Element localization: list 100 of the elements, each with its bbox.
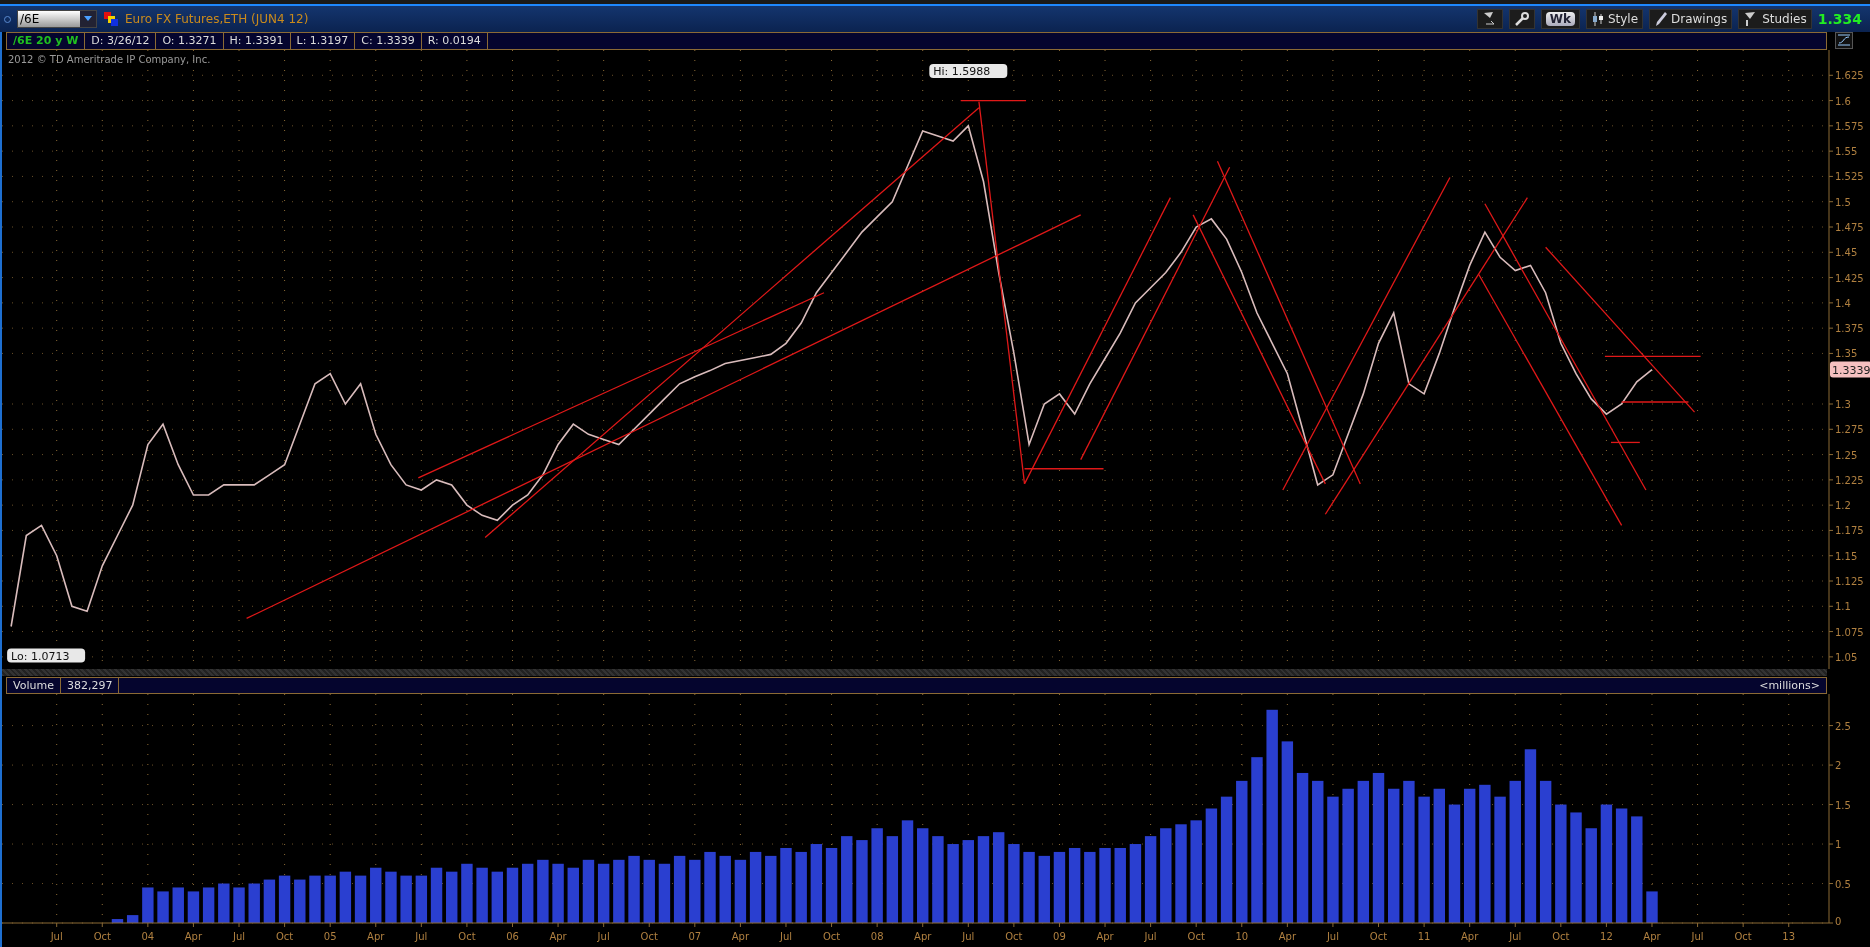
last-price: 1.334	[1817, 11, 1863, 27]
volume-bar	[734, 859, 747, 923]
volume-value: 382,297	[60, 678, 120, 693]
axis-label: 1.475	[1835, 222, 1864, 233]
axis-label: 1.1	[1835, 601, 1851, 613]
axis-label: Oct	[1369, 931, 1388, 942]
toolbar-button[interactable]: Studies	[1738, 9, 1812, 29]
axis-label: Apr	[367, 931, 385, 942]
axis-label: 1.45	[1835, 247, 1858, 259]
volume-bar	[506, 867, 519, 923]
volume-bar	[719, 855, 731, 923]
axis-label: Jul	[415, 931, 428, 942]
wrench-icon	[1513, 11, 1530, 27]
axis-label: Apr	[184, 931, 203, 942]
axis-label: Oct	[1552, 931, 1570, 942]
volume-bar	[567, 867, 579, 923]
axis-label: Jul	[1326, 931, 1339, 942]
volume-bar	[795, 851, 807, 923]
volume-bar	[385, 871, 397, 923]
volume-bar	[643, 859, 655, 923]
volume-bar	[491, 871, 503, 923]
units-label: <millions>	[1758, 678, 1821, 693]
ohlc-value: L: 1.3197	[290, 33, 356, 49]
axis-label: Oct	[1005, 931, 1023, 942]
axis-label: 13	[1782, 931, 1796, 942]
volume-bar	[461, 863, 473, 923]
axis-label: 1.075	[1835, 626, 1864, 638]
volume-bar	[142, 887, 154, 923]
axis-label: 1.5	[1835, 799, 1851, 811]
axis-label: 08	[870, 931, 884, 942]
axis-label: Jul	[1144, 931, 1157, 942]
squares-icon	[103, 11, 119, 27]
axis-label: 0	[1835, 916, 1842, 927]
axis-label: Jul	[962, 931, 975, 942]
volume-bar	[309, 875, 321, 923]
axis-label: 2.5	[1835, 720, 1851, 732]
axis-label: 1.275	[1835, 424, 1864, 436]
ohlc-value: O: 1.3271	[156, 33, 224, 49]
axis-label: 09	[1053, 931, 1066, 942]
axis-label: Jul	[233, 931, 246, 942]
axis-label: 0.5	[1835, 878, 1851, 890]
axis-label: Jul	[1691, 931, 1704, 942]
volume-bar	[278, 875, 291, 923]
volume-bar	[1053, 851, 1066, 923]
volume-bar	[673, 855, 686, 923]
axis-label: Apr	[1096, 931, 1114, 942]
volume-bar	[658, 863, 671, 923]
volume-bar	[1023, 851, 1035, 923]
dropdown-button[interactable]	[80, 11, 96, 27]
volume-bar	[597, 863, 610, 923]
volume-bar	[218, 883, 230, 923]
volume-bar	[187, 891, 200, 923]
volume-bar	[1038, 855, 1050, 923]
axis-label: 05	[323, 931, 337, 942]
axis-label: 12	[1600, 931, 1613, 942]
volume-bar	[522, 863, 534, 923]
pencil-icon	[1654, 11, 1669, 27]
axis-label: 1.175	[1835, 525, 1864, 537]
axis-label: Oct	[1734, 931, 1752, 942]
curve-button[interactable]	[1835, 32, 1853, 49]
aggregation-button[interactable]: Wk	[1540, 9, 1580, 29]
axis-label: Jul	[779, 931, 792, 942]
axis-label: 1.25	[1835, 449, 1858, 461]
axis-label: Oct	[822, 931, 841, 942]
axis-label: 04	[141, 931, 155, 942]
volume-bar	[111, 919, 124, 923]
volume-bar	[537, 859, 549, 923]
volume-bar	[430, 867, 443, 923]
volume-bar	[126, 915, 139, 923]
axis-label: 1.425	[1835, 272, 1864, 284]
icon-button[interactable]	[1508, 9, 1535, 29]
volume-bar	[202, 887, 215, 923]
axis-label: Apr	[1278, 931, 1296, 942]
axis-label: Oct	[93, 931, 111, 942]
volume-bar	[370, 867, 382, 923]
axis-label: Oct	[1187, 931, 1205, 942]
volume-bar	[613, 859, 625, 923]
icon-button[interactable]	[1476, 9, 1503, 29]
volume-bar	[749, 851, 762, 923]
toolbar-button[interactable]: Style	[1585, 9, 1644, 29]
toolbar-button[interactable]: Drawings	[1649, 9, 1733, 29]
volume-bar	[415, 875, 428, 923]
axis-label: 1.125	[1835, 576, 1864, 587]
curve-icon	[1837, 34, 1851, 47]
axis-label: 1.15	[1835, 550, 1858, 562]
axis-label: Apr	[1461, 931, 1479, 942]
axis-label: 1.375	[1835, 323, 1864, 335]
volume-bar	[582, 859, 595, 923]
volume-bar	[157, 891, 169, 923]
volume-bar	[294, 879, 306, 923]
volume-bar	[172, 887, 184, 923]
symbol-field[interactable]: /6E	[17, 10, 97, 28]
axis-label: 06	[506, 931, 519, 942]
axis-label: 1.2	[1835, 500, 1851, 512]
price-extreme-label: Lo: 1.0713	[7, 648, 86, 663]
symbol-label: /6E 20 y W	[7, 33, 86, 49]
axis-label: Oct	[275, 931, 294, 942]
axis-label: 1.05	[1835, 651, 1858, 663]
axis-label: 1.35	[1835, 348, 1858, 360]
axis-label: 1.225	[1835, 474, 1864, 486]
